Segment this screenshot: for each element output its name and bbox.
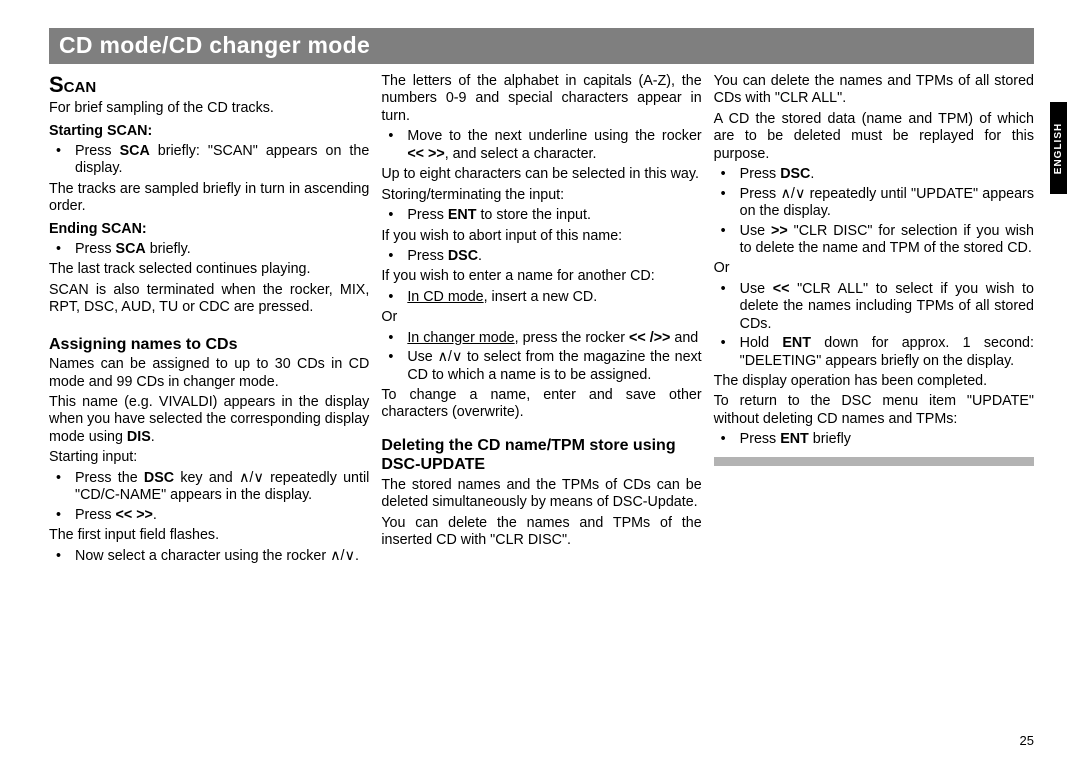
list-item: Press ENT to store the input. — [381, 207, 701, 224]
bullet-list: Move to the next underline using the roc… — [381, 128, 701, 163]
list-item: Now select a character using the rocker … — [49, 548, 369, 565]
list-item: Hold ENT down for approx. 1 second: "DEL… — [714, 335, 1034, 370]
section-title-bar: CD mode/CD changer mode — [49, 28, 1034, 64]
paragraph: This name (e.g. VIVALDI) appears in the … — [49, 394, 369, 446]
subheading-ending-scan: Ending SCAN: — [49, 221, 369, 238]
language-tab-label: ENGLISH — [1053, 122, 1064, 173]
paragraph: If you wish to enter a name for another … — [381, 268, 701, 285]
paragraph: The display operation has been completed… — [714, 373, 1034, 390]
horizontal-rule — [714, 457, 1034, 466]
list-item: In CD mode, insert a new CD. — [381, 289, 701, 306]
list-item: Press DSC. — [714, 166, 1034, 183]
manual-page: CD mode/CD changer mode Scan For brief s… — [0, 0, 1080, 762]
content-columns: Scan For brief sampling of the CD tracks… — [49, 72, 1034, 568]
column-2: The letters of the alphabet in capitals … — [381, 72, 701, 568]
paragraph: For brief sampling of the CD tracks. — [49, 100, 369, 117]
bullet-list: Press SCA briefly. — [49, 241, 369, 258]
bullet-list: Press DSC. Press ∧/∨ repeatedly until "U… — [714, 166, 1034, 257]
list-item: Press ∧/∨ repeatedly until "UPDATE" appe… — [714, 186, 1034, 221]
paragraph: You can delete the names and TPMs of the… — [381, 515, 701, 550]
list-item: In changer mode, press the rocker << />>… — [381, 330, 701, 347]
paragraph: To change a name, enter and save other c… — [381, 387, 701, 422]
paragraph: If you wish to abort input of this name: — [381, 228, 701, 245]
bullet-list: In changer mode, press the rocker << />>… — [381, 330, 701, 384]
list-item: Use << "CLR ALL" to select if you wish t… — [714, 281, 1034, 333]
bullet-list: In CD mode, insert a new CD. — [381, 289, 701, 306]
paragraph: The last track selected continues playin… — [49, 261, 369, 278]
paragraph: Up to eight characters can be selected i… — [381, 166, 701, 183]
bullet-list: Press ENT to store the input. — [381, 207, 701, 224]
paragraph: Names can be assigned to up to 30 CDs in… — [49, 356, 369, 391]
bullet-list: Now select a character using the rocker … — [49, 548, 369, 565]
list-item: Press ENT briefly — [714, 431, 1034, 448]
list-item: Press SCA briefly. — [49, 241, 369, 258]
paragraph: The letters of the alphabet in capitals … — [381, 73, 701, 125]
list-item: Use >> "CLR DISC" for selection if you w… — [714, 223, 1034, 258]
page-number: 25 — [1020, 733, 1034, 748]
list-item: Press SCA briefly: "SCAN" appears on the… — [49, 143, 369, 178]
paragraph: To return to the DSC menu item "UPDATE" … — [714, 393, 1034, 428]
paragraph: The stored names and the TPMs of CDs can… — [381, 477, 701, 512]
paragraph: You can delete the names and TPMs of all… — [714, 73, 1034, 108]
list-item: Move to the next underline using the roc… — [381, 128, 701, 163]
bullet-list: Press the DSC key and ∧/∨ repeatedly unt… — [49, 470, 369, 524]
column-3: You can delete the names and TPMs of all… — [714, 72, 1034, 568]
paragraph: Or — [714, 260, 1034, 277]
bullet-list: Use << "CLR ALL" to select if you wish t… — [714, 281, 1034, 370]
paragraph: The first input field flashes. — [49, 527, 369, 544]
paragraph: A CD the stored data (name and TPM) of w… — [714, 111, 1034, 163]
list-item: Press the DSC key and ∧/∨ repeatedly unt… — [49, 470, 369, 505]
paragraph: The tracks are sampled briefly in turn i… — [49, 181, 369, 216]
paragraph: SCAN is also terminated when the rocker,… — [49, 282, 369, 317]
heading-scan: Scan — [49, 72, 369, 99]
list-item: Press << >>. — [49, 507, 369, 524]
paragraph: Storing/terminating the input: — [381, 187, 701, 204]
list-item: Use ∧/∨ to select from the magazine the … — [381, 349, 701, 384]
bullet-list: Press ENT briefly — [714, 431, 1034, 448]
paragraph: Starting input: — [49, 449, 369, 466]
bullet-list: Press SCA briefly: "SCAN" appears on the… — [49, 143, 369, 178]
language-tab-english: ENGLISH — [1050, 102, 1067, 194]
bullet-list: Press DSC. — [381, 248, 701, 265]
heading-deleting-cd-name: Deleting the CD name/TPM store using DSC… — [381, 436, 701, 475]
paragraph: Or — [381, 309, 701, 326]
list-item: Press DSC. — [381, 248, 701, 265]
column-1: Scan For brief sampling of the CD tracks… — [49, 72, 369, 568]
subheading-starting-scan: Starting SCAN: — [49, 123, 369, 140]
heading-assigning-names: Assigning names to CDs — [49, 335, 369, 355]
